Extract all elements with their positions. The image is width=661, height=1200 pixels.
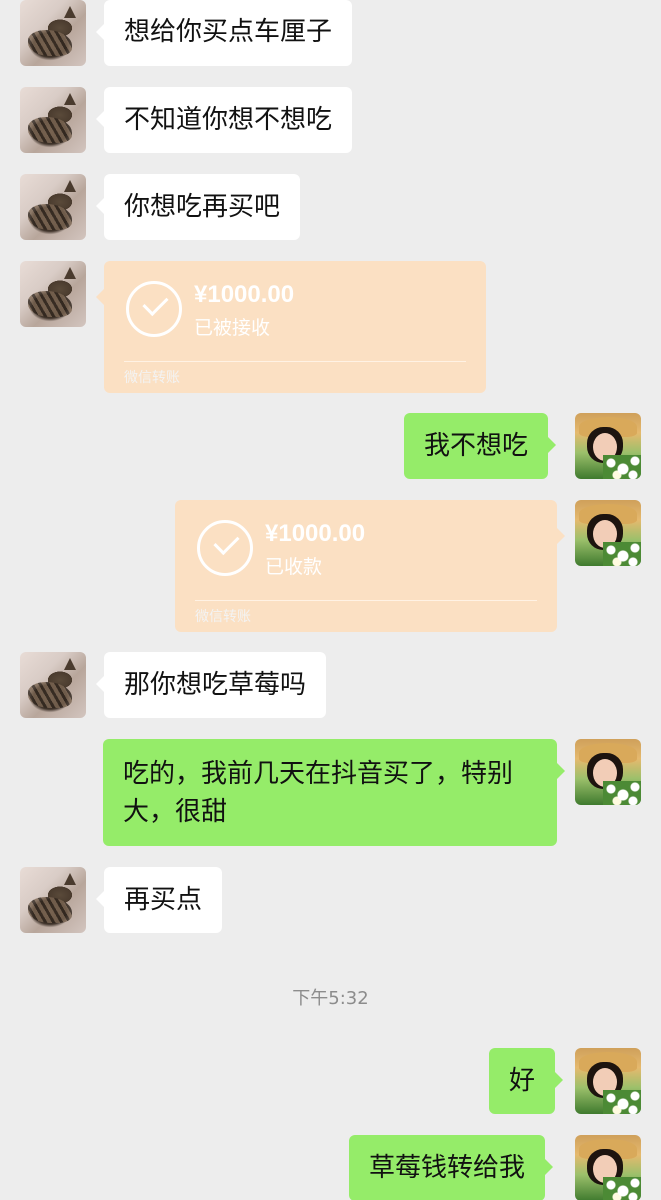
transfer-label: 微信转账: [195, 609, 251, 625]
chat-view: 想给你买点车厘子 不知道你想不想吃 你想吃再买吧 ¥1000.00 已被接收 微…: [0, 0, 661, 1200]
contact-avatar[interactable]: [20, 87, 86, 153]
transfer-label: 微信转账: [124, 370, 180, 386]
transfer-amount: ¥1000.00: [194, 281, 295, 308]
message-text: 再买点: [124, 885, 203, 915]
message-text: 你想吃再买吧: [124, 192, 281, 222]
transfer-status: 已被接收: [194, 317, 271, 339]
message-bubble-sent[interactable]: 吃的，我前几天在抖音买了，特别大，很甜: [103, 739, 565, 846]
my-avatar[interactable]: [575, 500, 641, 566]
message-bubble-sent[interactable]: 草莓钱转给我: [349, 1135, 554, 1200]
message-text: 吃的，我前几天在抖音买了，特别大，很甜: [123, 759, 514, 827]
my-avatar[interactable]: [575, 1135, 641, 1200]
transfer-card-accepted[interactable]: ¥1000.00 已被接收 微信转账: [96, 261, 486, 393]
message-bubble-sent[interactable]: 好: [489, 1048, 564, 1114]
message-bubble-sent[interactable]: 我不想吃: [404, 413, 557, 479]
message-bubble-received[interactable]: 你想吃再买吧: [95, 174, 301, 240]
contact-avatar[interactable]: [20, 174, 86, 240]
message-text: 好: [509, 1066, 536, 1096]
check-circle-icon: [126, 281, 182, 337]
transfer-amount: ¥1000.00: [265, 520, 366, 547]
chat-timestamp: 下午5:32: [292, 988, 369, 1009]
divider: [195, 600, 537, 601]
contact-avatar[interactable]: [20, 867, 86, 933]
message-bubble-received[interactable]: 不知道你想不想吃: [95, 87, 353, 153]
transfer-status: 已收款: [265, 556, 323, 578]
contact-avatar[interactable]: [20, 652, 86, 718]
transfer-card-received[interactable]: ¥1000.00 已收款 微信转账: [175, 500, 565, 632]
message-text: 草莓钱转给我: [369, 1153, 526, 1183]
message-text: 那你想吃草莓吗: [124, 670, 307, 700]
my-avatar[interactable]: [575, 739, 641, 805]
my-avatar[interactable]: [575, 413, 641, 479]
message-text: 想给你买点车厘子: [124, 17, 333, 47]
divider: [124, 361, 466, 362]
check-circle-icon: [197, 520, 253, 576]
message-bubble-received[interactable]: 想给你买点车厘子: [95, 0, 353, 66]
contact-avatar[interactable]: [20, 0, 86, 66]
message-text: 不知道你想不想吃: [124, 105, 333, 135]
message-text: 我不想吃: [424, 431, 529, 461]
my-avatar[interactable]: [575, 1048, 641, 1114]
message-bubble-received[interactable]: 再买点: [95, 867, 223, 933]
contact-avatar[interactable]: [20, 261, 86, 327]
message-bubble-received[interactable]: 那你想吃草莓吗: [95, 652, 327, 718]
